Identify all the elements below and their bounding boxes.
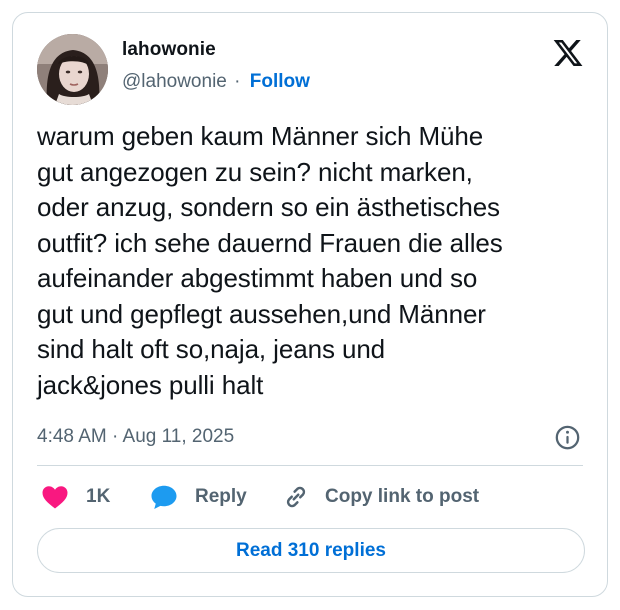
x-logo-icon[interactable] — [551, 37, 585, 69]
avatar[interactable] — [37, 34, 108, 105]
like-button[interactable]: 1K — [40, 479, 110, 515]
tweet-text: warum geben kaum Männer sich Mühe gut an… — [37, 121, 503, 400]
handle-row: @lahowonie · Follow — [122, 71, 310, 93]
read-replies-button[interactable]: Read 310 replies — [37, 528, 585, 573]
display-name[interactable]: lahowonie — [122, 39, 216, 61]
heart-icon — [42, 486, 68, 509]
link-icon — [286, 486, 306, 508]
divider — [37, 465, 583, 466]
action-bar: 1K Reply Copy link to post — [37, 479, 597, 515]
info-icon[interactable] — [554, 424, 581, 451]
speech-bubble-icon — [151, 485, 177, 509]
timestamp[interactable]: 4:48 AM · Aug 11, 2025 — [37, 426, 234, 448]
reply-button[interactable]: Reply — [149, 479, 247, 515]
tweet-card: lahowonie @lahowonie · Follow warum gebe… — [12, 12, 608, 597]
reply-label: Reply — [195, 486, 247, 507]
handle[interactable]: @lahowonie — [122, 71, 227, 92]
follow-button[interactable]: Follow — [250, 71, 310, 92]
handle-separator: · — [234, 71, 241, 92]
copy-link-label: Copy link to post — [325, 486, 480, 507]
copy-link-button[interactable]: Copy link to post — [281, 479, 479, 515]
like-count: 1K — [86, 486, 111, 507]
